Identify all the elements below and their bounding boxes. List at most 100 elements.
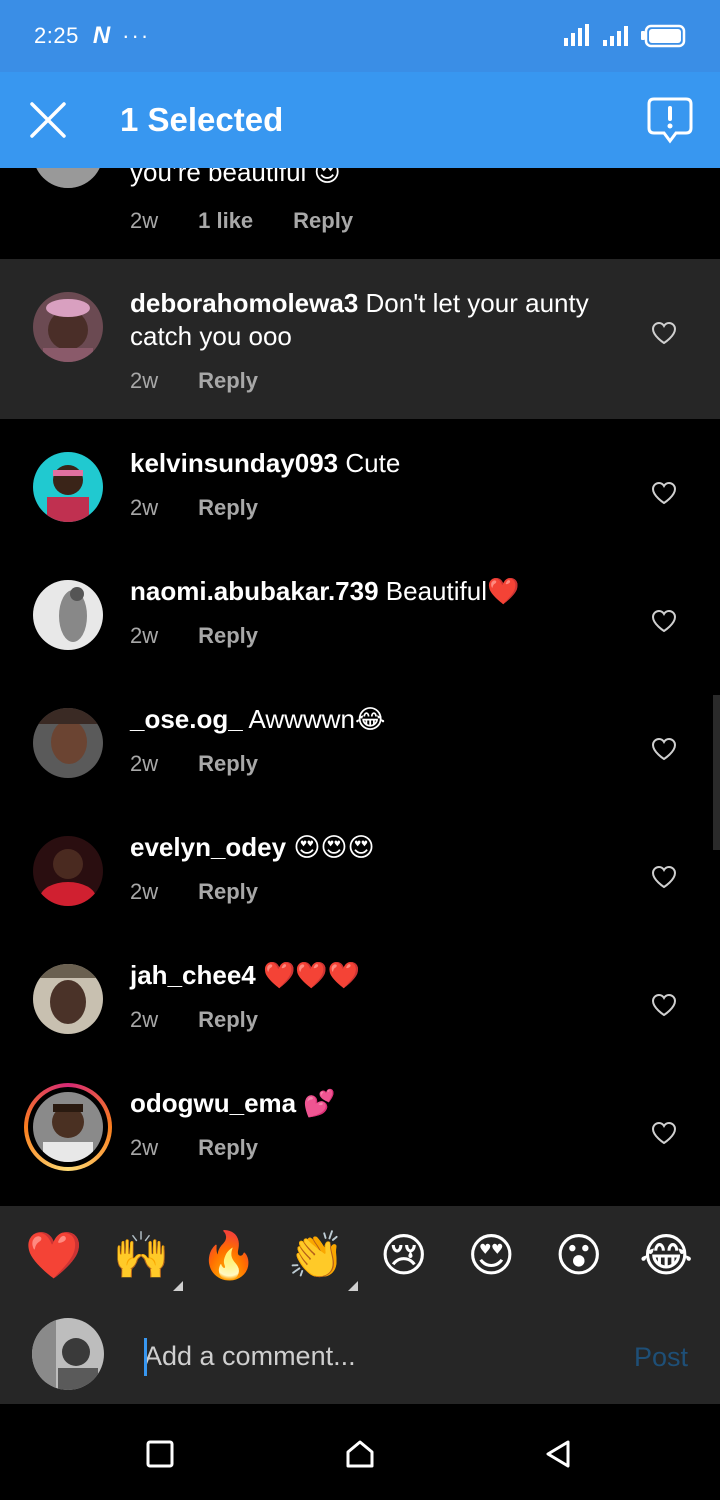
like-heart-icon[interactable]: [651, 737, 677, 761]
reaction-fire[interactable]: 🔥: [199, 1225, 259, 1285]
reply-button[interactable]: Reply: [198, 751, 258, 777]
avatar[interactable]: [33, 708, 103, 778]
comment-row[interactable]: odogwu_ema 💕 2w Reply: [0, 1059, 720, 1199]
comment-emoji: ❤️: [486, 576, 520, 606]
comment-meta: 2w Reply: [130, 623, 258, 649]
comment-meta: 2w Reply: [130, 879, 258, 905]
comment-username[interactable]: jah_chee4: [130, 960, 256, 990]
comment-row[interactable]: naomi.abubakar.739 Beautiful❤️ 2w Reply: [0, 547, 720, 675]
like-heart-icon[interactable]: [651, 865, 677, 889]
clapping-hands-icon: 👏: [287, 1229, 345, 1281]
comment-text: Awwwwn: [248, 704, 355, 734]
raising-hands-icon: 🙌: [112, 1229, 170, 1281]
reply-button[interactable]: Reply: [198, 1007, 258, 1033]
story-ring-avatar[interactable]: [24, 1083, 112, 1171]
current-user-avatar: [32, 1318, 104, 1390]
recents-square-icon[interactable]: [144, 1438, 176, 1470]
report-icon: [647, 97, 693, 144]
avatar[interactable]: [33, 964, 103, 1034]
selection-header: 1 Selected: [0, 72, 720, 168]
comment-emoji: 💕: [303, 1088, 336, 1118]
comment-row[interactable]: you’re beautiful 😍 2w 1 like Reply: [0, 168, 720, 258]
more-notifications-icon: ···: [122, 23, 151, 48]
comment-input[interactable]: [144, 1336, 584, 1376]
signal-icon-2: [603, 26, 628, 46]
comment-username[interactable]: deborahomolewa3: [130, 288, 358, 318]
comment-meta: 2w Reply: [130, 368, 258, 394]
post-button[interactable]: Post: [634, 1342, 688, 1373]
crying-face-icon: 😢: [379, 1229, 428, 1281]
comment-meta: 2w 1 like Reply: [130, 208, 353, 234]
comment-time: 2w: [130, 623, 159, 648]
reaction-red-heart[interactable]: ❤️: [24, 1225, 84, 1285]
comment-row[interactable]: kelvinsunday093 Cute 2w Reply: [0, 419, 720, 547]
like-heart-icon[interactable]: [651, 321, 677, 345]
avatar[interactable]: [33, 452, 103, 522]
comment-likes[interactable]: 1 like: [198, 208, 253, 234]
comment-row-selected[interactable]: deborahomolewa3 Don't let your aunty cat…: [0, 259, 720, 419]
back-triangle-icon[interactable]: [542, 1438, 574, 1470]
comment-username[interactable]: naomi.abubakar.739: [130, 576, 379, 606]
scrollbar[interactable]: [713, 695, 720, 850]
like-heart-icon[interactable]: [651, 993, 677, 1017]
comment-text: you’re beautiful: [130, 168, 307, 187]
battery-icon: [641, 24, 686, 48]
comment-time: 2w: [130, 879, 159, 904]
reaction-raising-hands[interactable]: 🙌: [111, 1225, 184, 1291]
reaction-crying[interactable]: 😢: [374, 1225, 434, 1285]
comment-emoji: ❤️❤️❤️: [262, 960, 361, 990]
like-heart-icon[interactable]: [651, 609, 677, 633]
comment-composer: Post: [0, 1304, 720, 1404]
avatar[interactable]: [33, 292, 103, 362]
comment-text-wrap: _ose.og_ Awwwwn😂: [130, 703, 620, 736]
comment-text-wrap: you’re beautiful 😍: [130, 168, 620, 189]
reaction-laughing[interactable]: 😂: [636, 1225, 696, 1285]
comment-meta: 2w Reply: [130, 751, 258, 777]
comment-username[interactable]: _ose.og_: [130, 704, 243, 734]
avatar[interactable]: [33, 168, 103, 188]
surprised-face-icon: 😮: [554, 1229, 603, 1281]
home-icon[interactable]: [344, 1438, 376, 1470]
comment-username[interactable]: odogwu_ema: [130, 1088, 296, 1118]
like-heart-icon[interactable]: [651, 481, 677, 505]
reply-button[interactable]: Reply: [198, 623, 258, 649]
like-heart-icon[interactable]: [651, 1121, 677, 1145]
comment-text-wrap: naomi.abubakar.739 Beautiful❤️: [130, 575, 620, 608]
comment-emoji: 😍: [313, 168, 341, 187]
quick-reaction-bar: ❤️ 🙌 🔥 👏 😢 😍 😮 😂: [0, 1206, 720, 1304]
comment-time: 2w: [130, 368, 159, 393]
reply-button[interactable]: Reply: [198, 1135, 258, 1161]
comment-time: 2w: [130, 1007, 159, 1032]
reply-button[interactable]: Reply: [293, 208, 353, 234]
avatar[interactable]: [33, 836, 103, 906]
comment-row[interactable]: jah_chee4 ❤️❤️❤️ 2w Reply: [0, 931, 720, 1059]
reaction-surprised[interactable]: 😮: [549, 1225, 609, 1285]
reaction-clapping[interactable]: 👏: [286, 1225, 359, 1291]
comment-time: 2w: [130, 495, 159, 520]
status-time: 2:25: [34, 23, 79, 48]
avatar[interactable]: [33, 580, 103, 650]
close-icon: [30, 102, 66, 138]
comment-meta: 2w Reply: [130, 1007, 258, 1033]
report-button[interactable]: [646, 96, 694, 146]
reply-button[interactable]: Reply: [198, 495, 258, 521]
comment-time: 2w: [130, 1135, 159, 1160]
comment-username[interactable]: evelyn_odey: [130, 832, 286, 862]
comment-row[interactable]: evelyn_odey 😍😍😍 2w Reply: [0, 803, 720, 931]
comment-time: 2w: [130, 208, 159, 233]
red-heart-icon: ❤️: [25, 1229, 83, 1281]
heart-eyes-icon: 😍: [467, 1229, 516, 1281]
comment-row[interactable]: _ose.og_ Awwwwn😂 2w Reply: [0, 675, 720, 803]
comment-text: Beautiful: [385, 576, 487, 606]
reply-button[interactable]: Reply: [198, 368, 258, 394]
comment-username[interactable]: kelvinsunday093: [130, 448, 338, 478]
comment-text: Cute: [345, 448, 401, 478]
reaction-heart-eyes[interactable]: 😍: [461, 1225, 521, 1285]
comment-time: 2w: [130, 751, 159, 776]
close-button[interactable]: [0, 72, 96, 168]
reply-button[interactable]: Reply: [198, 879, 258, 905]
text-cursor: [144, 1338, 147, 1376]
comment-text-wrap: deborahomolewa3 Don't let your aunty cat…: [130, 287, 620, 353]
comments-feed[interactable]: you’re beautiful 😍 2w 1 like Reply debor…: [0, 168, 720, 1206]
status-bar: 2:25 N ···: [0, 0, 720, 72]
